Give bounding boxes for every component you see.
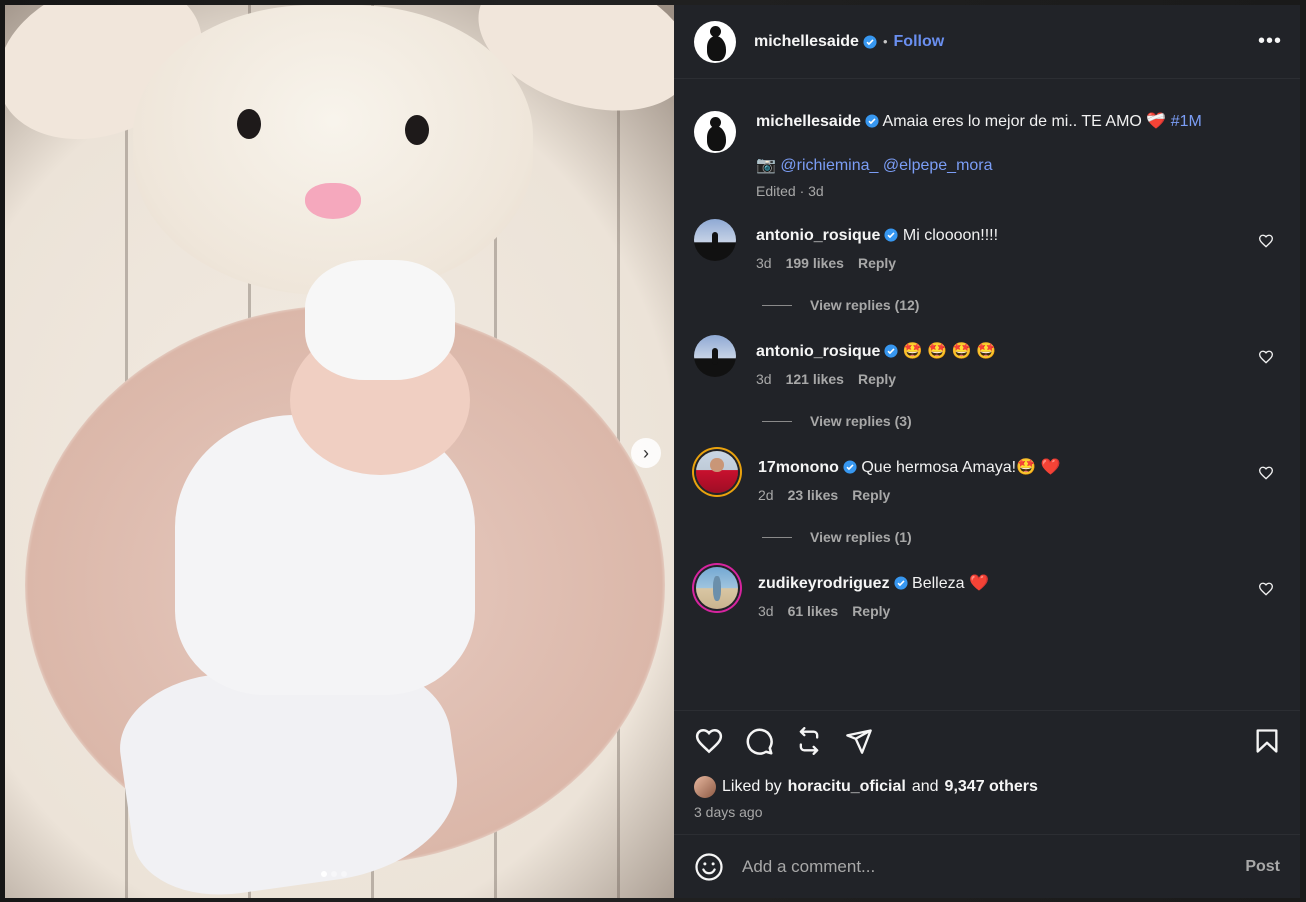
comment-item: antonio_rosique 🤩 🤩 🤩 🤩 3d 121 likes Rep… bbox=[694, 335, 1284, 387]
comment-age: 3d bbox=[756, 255, 772, 271]
comment-avatar[interactable] bbox=[694, 335, 736, 377]
likes-summary: Liked by horacitu_oficial and 9,347 othe… bbox=[674, 770, 1300, 798]
emoji-icon[interactable] bbox=[694, 852, 724, 882]
heart-icon[interactable] bbox=[1258, 581, 1274, 597]
bunny-nose bbox=[305, 183, 361, 219]
comment-username[interactable]: antonio_rosique bbox=[756, 343, 880, 360]
heart-icon[interactable] bbox=[1258, 465, 1274, 481]
slide-indicator bbox=[321, 871, 347, 877]
comment-item: 17monono Que hermosa Amaya!🤩 ❤️ 2d 23 li… bbox=[694, 451, 1284, 503]
comment-item: antonio_rosique Mi cloooon!!!! 3d 199 li… bbox=[694, 219, 1284, 271]
bunny-eye-right bbox=[405, 115, 429, 145]
view-replies-button[interactable]: View replies (1) bbox=[762, 527, 1284, 547]
follow-button[interactable]: Follow bbox=[894, 33, 945, 51]
heart-icon[interactable] bbox=[1258, 233, 1274, 249]
comment-item: zudikeyrodriguez Belleza ❤️ 3d 61 likes … bbox=[694, 567, 1284, 619]
repost-button[interactable] bbox=[792, 724, 826, 758]
author-avatar[interactable] bbox=[694, 20, 736, 63]
likes-prefix: Liked by bbox=[722, 778, 782, 795]
post-header: michellesaide • Follow ••• bbox=[674, 5, 1300, 79]
post-modal: › michellesaide • Follow ••• michellesai… bbox=[5, 5, 1300, 898]
bookmark-icon bbox=[1256, 728, 1278, 753]
slide-dot bbox=[341, 871, 347, 877]
replies-divider bbox=[762, 536, 792, 538]
like-button[interactable] bbox=[692, 724, 726, 758]
caption-meta: Edited · 3d bbox=[756, 183, 824, 199]
post-photo: › bbox=[5, 5, 674, 898]
caption-username[interactable]: michellesaide bbox=[756, 113, 861, 130]
comment-username[interactable]: zudikeyrodriguez bbox=[758, 575, 890, 592]
comment-text: Que hermosa Amaya!🤩 ❤️ bbox=[861, 459, 1061, 476]
view-replies-label: View replies (3) bbox=[810, 413, 912, 429]
baby-headband-bow bbox=[305, 260, 455, 380]
liker-username[interactable]: horacitu_oficial bbox=[788, 778, 906, 796]
comment-text: Belleza ❤️ bbox=[912, 575, 989, 592]
author-username[interactable]: michellesaide bbox=[754, 33, 859, 51]
caption-avatar[interactable] bbox=[694, 111, 736, 153]
chevron-right-icon: › bbox=[643, 443, 649, 463]
save-button[interactable] bbox=[1250, 724, 1284, 758]
verified-badge-icon bbox=[865, 114, 879, 128]
more-options-icon[interactable]: ••• bbox=[1258, 30, 1282, 53]
reply-button[interactable]: Reply bbox=[858, 371, 896, 387]
next-slide-button[interactable]: › bbox=[631, 438, 661, 468]
verified-badge-icon bbox=[884, 228, 899, 242]
comment-avatar[interactable] bbox=[694, 219, 736, 261]
likes-others[interactable]: 9,347 others bbox=[945, 778, 1038, 796]
heart-icon bbox=[695, 728, 723, 753]
post-timestamp: 3 days ago bbox=[694, 804, 763, 820]
verified-badge-icon bbox=[863, 34, 877, 49]
share-icon bbox=[846, 728, 872, 754]
caption-text: Amaia eres lo mejor de mi.. TE AMO ❤️‍🩹 bbox=[882, 113, 1167, 130]
verified-badge-icon bbox=[843, 460, 857, 474]
slide-dot bbox=[321, 871, 327, 877]
comment-button[interactable] bbox=[742, 724, 776, 758]
mention-link[interactable]: @elpepe_mora bbox=[883, 157, 993, 174]
view-replies-button[interactable]: View replies (3) bbox=[762, 411, 1284, 431]
post-action-bar bbox=[674, 710, 1300, 770]
post-comment-button[interactable]: Post bbox=[1245, 858, 1280, 876]
replies-divider bbox=[762, 304, 792, 306]
comment-input[interactable] bbox=[742, 856, 1228, 877]
comment-text: 🤩 🤩 🤩 🤩 bbox=[902, 343, 996, 360]
comment-likes[interactable]: 23 likes bbox=[788, 487, 839, 503]
liker-avatar[interactable] bbox=[694, 776, 716, 798]
camera-icon: 📷 bbox=[756, 157, 776, 174]
comment-age: 3d bbox=[756, 371, 772, 387]
comment-likes[interactable]: 61 likes bbox=[788, 603, 839, 619]
heart-icon[interactable] bbox=[1258, 349, 1274, 365]
header-separator: • bbox=[882, 34, 888, 49]
repost-icon bbox=[799, 726, 819, 755]
post-side-panel: michellesaide • Follow ••• michellesaide… bbox=[674, 5, 1300, 898]
post-caption: michellesaide Amaia eres lo mejor de mi.… bbox=[694, 111, 1284, 199]
comment-avatar[interactable] bbox=[696, 567, 738, 609]
bunny-eye-left bbox=[237, 109, 261, 139]
reply-button[interactable]: Reply bbox=[852, 487, 890, 503]
verified-badge-icon bbox=[894, 576, 908, 590]
comment-icon bbox=[746, 728, 773, 755]
mention-link[interactable]: @richiemina_ bbox=[780, 157, 878, 174]
comment-username[interactable]: antonio_rosique bbox=[756, 227, 880, 244]
comment-composer: Post bbox=[674, 834, 1300, 898]
comment-username[interactable]: 17monono bbox=[758, 459, 839, 476]
view-replies-button[interactable]: View replies (12) bbox=[762, 295, 1284, 315]
reply-button[interactable]: Reply bbox=[858, 255, 896, 271]
comment-text: Mi cloooon!!!! bbox=[902, 227, 999, 244]
bunny-head bbox=[133, 5, 533, 295]
view-replies-label: View replies (12) bbox=[810, 297, 920, 313]
likes-middle: and bbox=[911, 778, 939, 795]
replies-divider bbox=[762, 420, 792, 422]
comment-likes[interactable]: 199 likes bbox=[786, 255, 844, 271]
verified-badge-icon bbox=[884, 344, 899, 358]
comment-likes[interactable]: 121 likes bbox=[786, 371, 844, 387]
comment-age: 2d bbox=[758, 487, 774, 503]
slide-dot bbox=[331, 871, 337, 877]
comment-age: 3d bbox=[758, 603, 774, 619]
caption-hashtag[interactable]: #1M bbox=[1171, 113, 1202, 130]
share-button[interactable] bbox=[842, 724, 876, 758]
comments-list[interactable]: michellesaide Amaia eres lo mejor de mi.… bbox=[674, 79, 1300, 710]
view-replies-label: View replies (1) bbox=[810, 529, 912, 545]
reply-button[interactable]: Reply bbox=[852, 603, 890, 619]
comment-avatar[interactable] bbox=[696, 451, 738, 493]
